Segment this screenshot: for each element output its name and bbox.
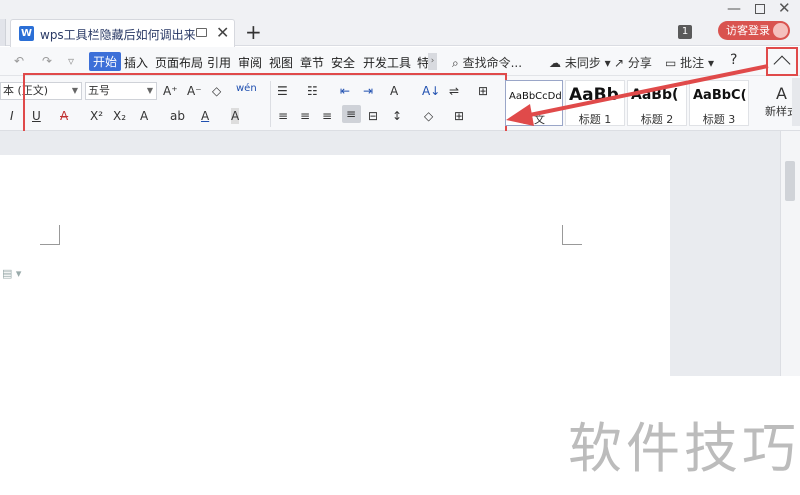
new-tab-button[interactable]: + <box>245 20 262 44</box>
style-sample: AaBb <box>569 85 619 105</box>
tab-section[interactable]: 章节 <box>300 54 324 71</box>
scrollbar-thumb[interactable] <box>785 161 795 201</box>
style-heading-2[interactable]: AaBb( 标题 2 <box>627 80 687 126</box>
cloud-icon: ☁ <box>549 56 561 70</box>
login-label: 访客登录 <box>726 24 770 37</box>
window-tile-icon[interactable] <box>196 28 207 37</box>
style-name: 标题 2 <box>640 113 674 126</box>
menu-scroll-right-icon[interactable]: › <box>428 53 437 70</box>
margin-corner-top-right <box>562 225 582 245</box>
redo-icon[interactable]: ↷ <box>42 54 52 68</box>
wps-writer-icon: W <box>19 26 34 41</box>
margin-corner-top-left <box>40 225 60 245</box>
window-close-button[interactable]: ✕ <box>778 0 791 17</box>
chevron-down-icon: ▾ <box>604 56 611 70</box>
command-search-label: 查找命令... <box>462 56 523 70</box>
tab-references[interactable]: 引用 <box>207 54 231 71</box>
maximize-button[interactable] <box>755 4 765 14</box>
tab-home[interactable]: 开始 <box>89 52 122 71</box>
tab-security[interactable]: 安全 <box>331 54 355 71</box>
tab-insert[interactable]: 插入 <box>124 54 148 71</box>
tab-close-icon[interactable]: ✕ <box>216 23 229 42</box>
sync-label: 未同步 <box>564 56 601 70</box>
tab-title: wps工具栏隐藏后如何调出来 <box>40 28 196 42</box>
style-heading-1[interactable]: AaBb 标题 1 <box>565 80 625 126</box>
style-sample: AaBbCcDd <box>509 91 562 102</box>
tab-view[interactable]: 视图 <box>269 54 293 71</box>
comment-icon: ▭ <box>665 56 677 70</box>
guest-login-button[interactable]: 访客登录 <box>718 21 790 40</box>
style-name: 正文 <box>523 113 545 126</box>
vertical-scrollbar[interactable] <box>780 131 800 376</box>
document-page[interactable]: ▤ ▾ <box>0 155 670 376</box>
comment-button[interactable]: ▭ 批注 ▾ <box>665 54 714 71</box>
share-button[interactable]: ↗ 分享 <box>614 54 652 71</box>
previous-tab-stub[interactable] <box>0 19 6 46</box>
ribbon-collapse-button[interactable] <box>766 47 798 76</box>
style-name: 标题 1 <box>578 113 612 126</box>
style-heading-3[interactable]: AaBbC( 标题 3 <box>689 80 749 126</box>
style-gallery: AaBbCcDd 正文 AaBb 标题 1 AaBb( 标题 2 AaBbC( … <box>505 78 760 128</box>
chevron-up-icon <box>773 55 791 73</box>
document-tab[interactable]: W wps工具栏隐藏后如何调出来 ✕ <box>10 19 235 47</box>
help-button[interactable]: ? <box>730 52 737 68</box>
search-icon: ⌕ <box>452 56 459 70</box>
tab-review[interactable]: 审阅 <box>238 54 262 71</box>
minimize-button[interactable]: — <box>727 1 741 17</box>
menu-bar: ↶ ↷ ▿ 开始 插入 页面布局 引用 审阅 视图 章节 安全 开发工具 特 ›… <box>0 47 800 76</box>
paragraph-layout-icon[interactable]: ▤ ▾ <box>2 267 21 280</box>
tab-developer[interactable]: 开发工具 <box>363 54 411 71</box>
sync-status[interactable]: ☁ 未同步 ▾ <box>549 54 611 71</box>
share-label: 分享 <box>627 56 652 70</box>
document-area: ▤ ▾ <box>0 131 800 376</box>
style-name: 标题 3 <box>702 113 736 126</box>
quick-access-dropdown-icon[interactable]: ▿ <box>68 54 74 68</box>
share-icon: ↗ <box>614 56 625 70</box>
title-bar: W wps工具栏隐藏后如何调出来 ✕ + — ✕ 1 访客登录 <box>0 0 800 47</box>
style-normal[interactable]: AaBbCcDd 正文 <box>505 80 563 126</box>
command-search[interactable]: ⌕ 查找命令... <box>452 54 522 71</box>
window-count-badge[interactable]: 1 <box>678 25 692 39</box>
style-sample: AaBb( <box>631 87 679 103</box>
comment-label: 批注 <box>680 56 705 70</box>
gallery-scroll-icon[interactable] <box>792 78 800 126</box>
tab-page-layout[interactable]: 页面布局 <box>155 54 203 71</box>
style-sample: AaBbC( <box>693 88 747 103</box>
avatar-icon <box>773 23 788 38</box>
undo-icon[interactable]: ↶ <box>14 54 24 68</box>
chevron-down-icon: ▾ <box>708 56 715 70</box>
watermark: 软件技巧 <box>568 417 800 480</box>
italic-button[interactable]: I <box>10 108 14 124</box>
